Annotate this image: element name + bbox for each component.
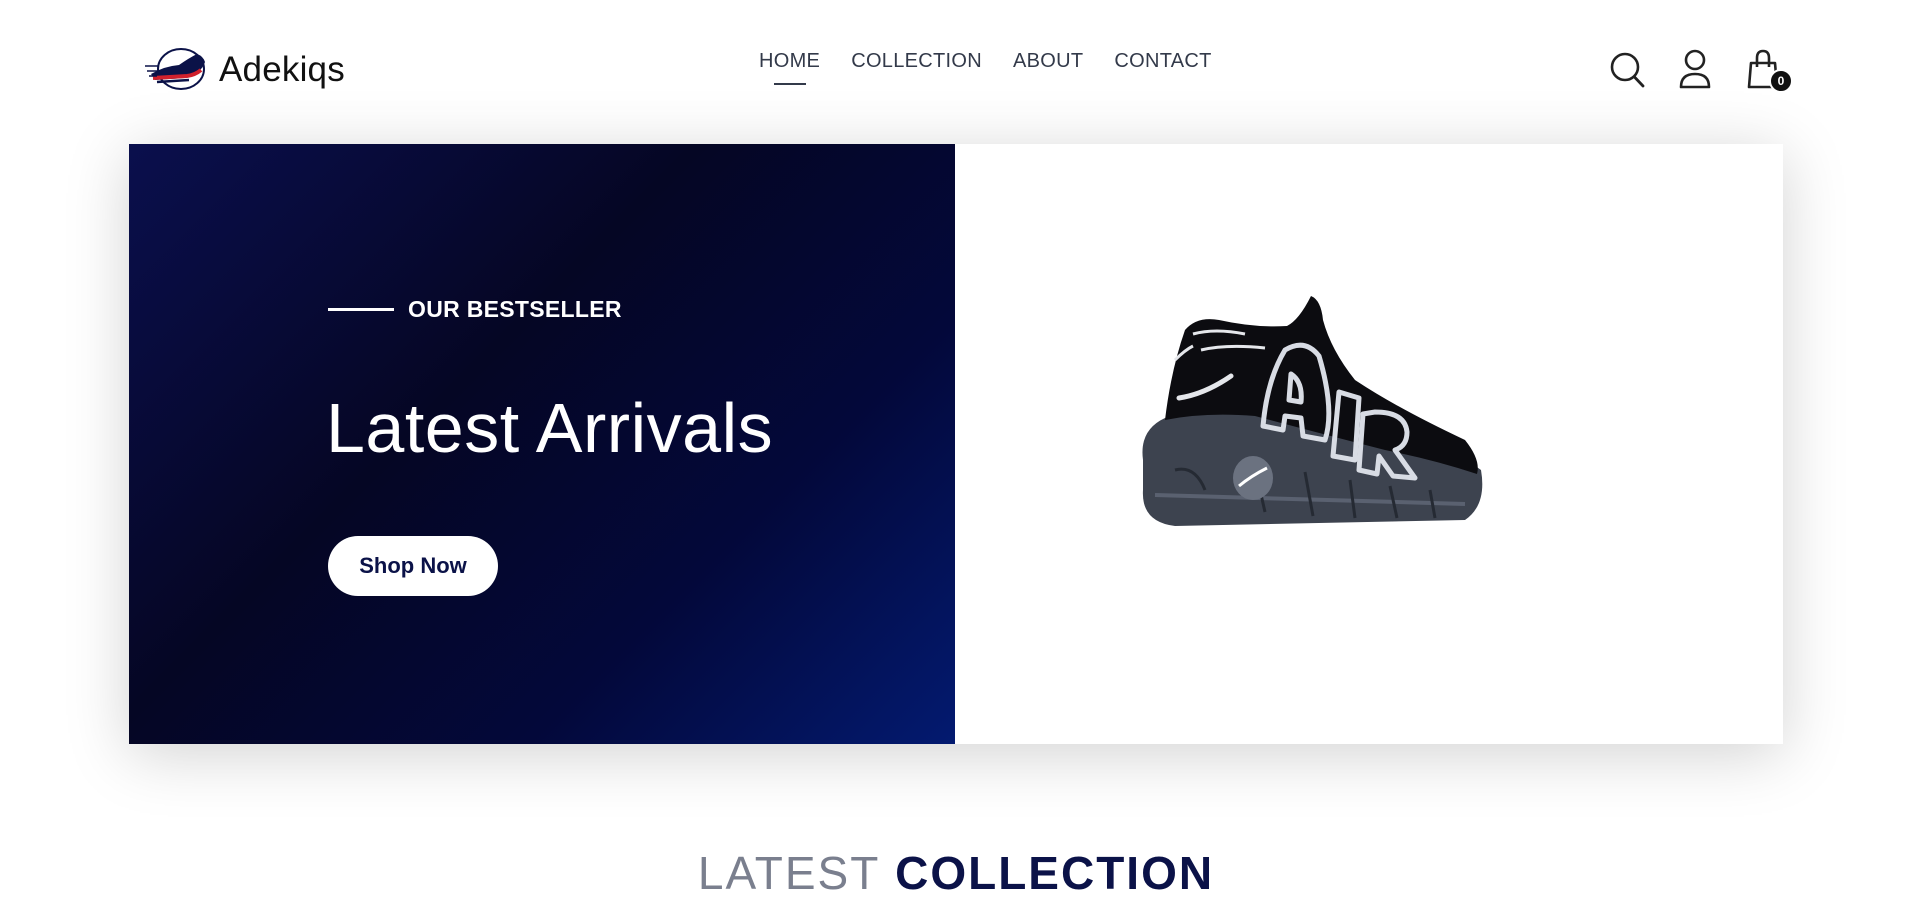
main-nav: HOME COLLECTION ABOUT CONTACT xyxy=(759,50,1212,73)
hero-eyebrow: OUR BESTSELLER xyxy=(328,296,622,323)
page: Adekiqs HOME COLLECTION ABOUT CONTACT 0 … xyxy=(129,0,1793,899)
latest-collection-heading: LATEST COLLECTION xyxy=(129,846,1783,900)
search-button[interactable] xyxy=(1607,47,1647,91)
hero-banner: OUR BESTSELLER Latest Arrivals Shop Now xyxy=(129,144,1783,744)
sneaker-image xyxy=(1142,296,1483,526)
heading-light-word: LATEST xyxy=(697,847,881,899)
hero-image-panel xyxy=(955,144,1783,744)
shop-now-button[interactable]: Shop Now xyxy=(328,536,498,596)
nav-home[interactable]: HOME xyxy=(759,50,820,73)
brand-name: Adekiqs xyxy=(219,50,345,89)
eyebrow-divider xyxy=(328,308,394,311)
hero-title: Latest Arrivals xyxy=(326,389,774,467)
nav-contact[interactable]: CONTACT xyxy=(1114,50,1211,73)
nav-collection[interactable]: COLLECTION xyxy=(851,50,982,73)
search-icon xyxy=(1610,52,1645,88)
eyebrow-text: OUR BESTSELLER xyxy=(408,296,622,322)
site-header: Adekiqs HOME COLLECTION ABOUT CONTACT 0 xyxy=(129,0,1793,144)
sneaker-logo-icon xyxy=(145,48,205,90)
user-icon xyxy=(1679,49,1711,89)
cart-count-badge: 0 xyxy=(1769,69,1793,93)
hero-text-panel: OUR BESTSELLER Latest Arrivals Shop Now xyxy=(129,144,955,744)
header-actions: 0 xyxy=(1607,46,1793,93)
cart-button[interactable]: 0 xyxy=(1743,47,1793,93)
profile-button[interactable] xyxy=(1675,47,1715,91)
brand-logo[interactable]: Adekiqs xyxy=(145,44,345,96)
nav-about[interactable]: ABOUT xyxy=(1013,50,1083,73)
heading-strong-word: COLLECTION xyxy=(895,847,1215,899)
